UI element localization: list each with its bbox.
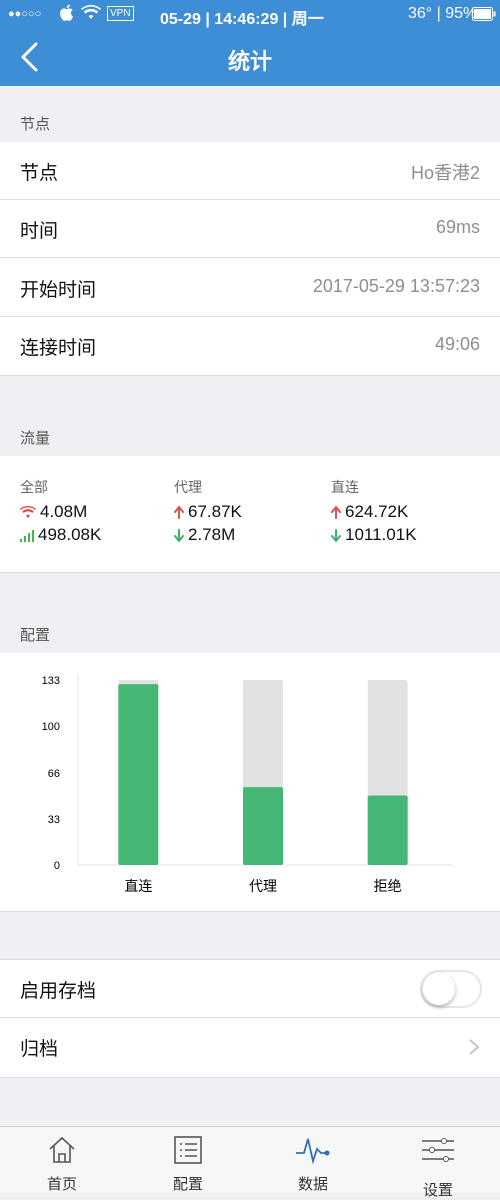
node-card: 节点 Ho香港2 时间 69ms 开始时间 2017-05-29 13:57:2…	[0, 142, 500, 376]
traffic-column-title: 全部	[20, 480, 48, 496]
cellular-signal-icon	[20, 530, 34, 542]
traffic-value: 4.08M	[40, 502, 88, 521]
toggle-knob	[423, 973, 455, 1005]
x-tick-label: 拒绝	[374, 879, 402, 895]
row-value: 49:06	[434, 334, 480, 354]
battery-icon	[472, 7, 496, 26]
traffic-value: 498.08K	[38, 525, 102, 544]
traffic-card: 全部 4.08M 498.08K 代理 67.87K 2.78M 直连 624.…	[0, 456, 500, 573]
section-header-label: 流量	[20, 429, 51, 447]
section-header-node: 节点	[0, 86, 500, 143]
row-enable-archive: 启用存档	[0, 960, 500, 1018]
bar	[118, 684, 159, 865]
row-label: 连接时间	[20, 337, 97, 359]
tab-label: 首页	[46, 1175, 77, 1193]
traffic-value: 624.72K	[345, 502, 409, 521]
traffic-up-line: 67.87K	[174, 502, 242, 522]
vpn-badge: VPN	[107, 6, 134, 21]
traffic-column-title: 直连	[331, 480, 359, 496]
row-label: 时间	[20, 220, 59, 242]
row-latency: 时间 69ms	[0, 200, 500, 258]
y-tick-label: 100	[42, 721, 60, 733]
section-header-config: 配置	[0, 597, 500, 654]
traffic-value: 67.87K	[188, 502, 242, 521]
traffic-value: 1011.01K	[345, 525, 417, 544]
row-value: 69ms	[435, 217, 480, 237]
traffic-wifi-line: 4.08M	[20, 502, 87, 522]
row-value: 2017-05-29 13:57:23	[312, 276, 480, 296]
divider	[0, 257, 500, 258]
row-value: Ho香港2	[410, 163, 480, 183]
traffic-cell-line: 498.08K	[20, 525, 101, 545]
chevron-right-icon	[469, 1039, 480, 1055]
tab-config[interactable]: 配置	[138, 1127, 238, 1193]
apple-icon	[60, 4, 74, 26]
config-chart-card: 133 100 66 33 0 直连 代理 拒绝	[0, 653, 500, 912]
archive-card: 启用存档 归档	[0, 959, 500, 1078]
bar	[367, 795, 408, 865]
wifi-icon	[20, 506, 36, 518]
status-temp-battery: 36° | 95%	[408, 5, 478, 22]
y-tick-label: 0	[54, 860, 60, 872]
arrow-up-icon	[331, 506, 341, 519]
section-header-traffic: 流量	[0, 400, 500, 457]
traffic-column-title: 代理	[174, 480, 202, 496]
row-label: 开始时间	[20, 279, 97, 301]
row-label: 节点	[20, 162, 59, 184]
traffic-down-line: 1011.01K	[331, 525, 417, 545]
pulse-icon	[296, 1138, 330, 1165]
status-datetime: 05-29 | 14:46:29 | 周一	[160, 11, 324, 28]
row-connect-time: 连接时间 49:06	[0, 317, 500, 375]
y-tick-label: 133	[42, 675, 60, 687]
wifi-icon	[81, 4, 101, 26]
bar-chart: 133 100 66 33 0 直连 代理 拒绝	[42, 674, 452, 895]
list-icon	[174, 1136, 202, 1164]
arrow-up-icon	[174, 506, 184, 519]
y-tick-label: 33	[48, 814, 60, 826]
traffic-up-line: 624.72K	[331, 502, 408, 522]
section-header-label: 配置	[20, 626, 51, 644]
tab-bar: 首页 配置 数据 设置	[0, 1126, 500, 1199]
page-title: 统计	[227, 50, 272, 75]
row-start-time: 开始时间 2017-05-29 13:57:23	[0, 259, 500, 317]
y-tick-label: 66	[48, 768, 60, 780]
tab-home[interactable]: 首页	[12, 1127, 112, 1193]
home-icon	[49, 1136, 75, 1163]
navigation-bar: 统计	[0, 30, 500, 86]
x-tick-label: 代理	[249, 879, 277, 895]
tab-label: 配置	[172, 1175, 203, 1193]
row-label: 归档	[20, 1038, 59, 1060]
traffic-down-line: 2.78M	[174, 525, 235, 545]
tab-label: 设置	[422, 1181, 453, 1199]
tab-data[interactable]: 数据	[263, 1127, 363, 1193]
traffic-value: 2.78M	[188, 525, 236, 544]
row-label: 启用存档	[20, 980, 97, 1002]
bar	[243, 787, 283, 865]
tab-settings[interactable]: 设置	[388, 1127, 488, 1199]
x-tick-label: 直连	[124, 878, 152, 895]
row-archive[interactable]: 归档	[0, 1018, 500, 1076]
section-header-label: 节点	[20, 115, 51, 133]
row-node[interactable]: 节点 Ho香港2	[0, 142, 500, 200]
sliders-icon	[422, 1138, 454, 1162]
arrow-down-icon	[174, 529, 184, 542]
signal-dots: ●●○○○	[8, 8, 42, 20]
status-bar: ●●○○○ VPN 05-29 | 14:46:29 | 周一 36° | 95…	[0, 0, 500, 30]
enable-archive-toggle[interactable]	[420, 970, 482, 1008]
arrow-down-icon	[331, 529, 341, 542]
tab-label: 数据	[297, 1175, 328, 1193]
